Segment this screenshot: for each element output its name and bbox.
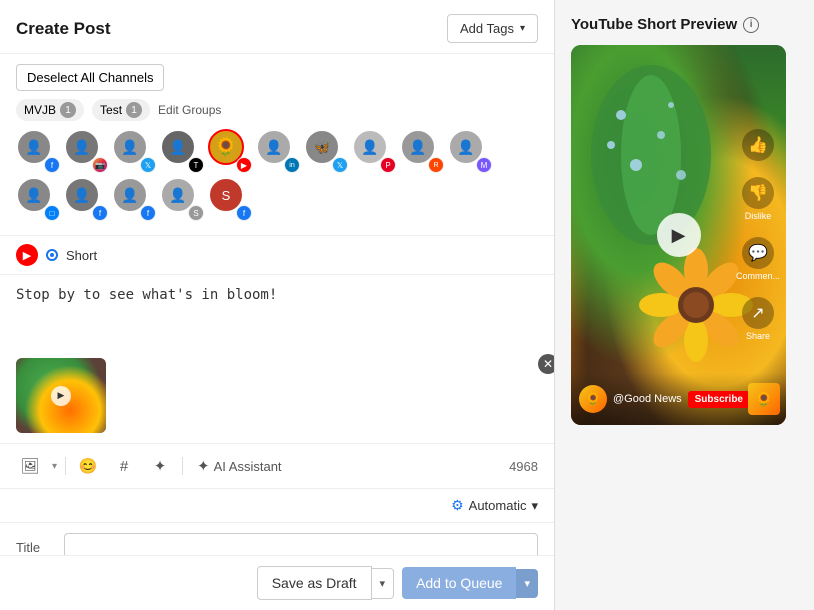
avatar-row-2: 👤 □ 👤 f 👤 f 👤 S S f xyxy=(16,177,538,221)
toolbar-separator-2 xyxy=(182,457,183,475)
ai-wand-icon: ✦ xyxy=(197,457,210,475)
youtube-tab-icon: ▶ xyxy=(16,244,38,266)
avatar-channel-youtube[interactable]: 🌻 ▶ xyxy=(208,129,252,173)
page-title: Create Post xyxy=(16,19,110,39)
avatar-channel-15[interactable]: S f xyxy=(208,177,252,221)
chevron-down-icon: ▾ xyxy=(520,23,525,34)
toolbar-separator-1 xyxy=(65,457,66,475)
media-play-icon: ▶ xyxy=(51,386,71,406)
tab-radio[interactable] xyxy=(46,249,58,261)
avatar-channel-7[interactable]: 🦋 𝕏 xyxy=(304,129,348,173)
hashtag-icon[interactable]: # xyxy=(110,452,138,480)
leaf-image xyxy=(581,55,721,255)
special-icon[interactable]: ✦ xyxy=(146,452,174,480)
edit-groups-link[interactable]: Edit Groups xyxy=(158,103,221,117)
scheduling-row: ⚙ Automatic ▾ xyxy=(0,489,554,523)
avatar-channel-2[interactable]: 👤 📷 xyxy=(64,129,108,173)
youtube-side-icons: 👍 👎 Dislike 💬 Commen... ↗ Share xyxy=(736,129,780,341)
avatar-channel-8[interactable]: 👤 P xyxy=(352,129,396,173)
group-tag-test[interactable]: Test 1 xyxy=(92,99,150,121)
channel-corner-thumb: 🌻 xyxy=(748,383,780,415)
image-upload-icon[interactable]: 🖼 xyxy=(16,452,44,480)
preview-title-text: YouTube Short Preview xyxy=(571,16,737,33)
char-count: 4968 xyxy=(509,459,538,474)
avatar-channel-1[interactable]: 👤 f xyxy=(16,129,60,173)
text-area-wrap: Stop by to see what's in bloom! xyxy=(0,275,554,358)
deselect-all-button[interactable]: Deselect All Channels xyxy=(16,64,164,91)
preview-title-row: YouTube Short Preview i xyxy=(571,16,798,33)
toolbar: 🖼 ▾ 😊 # ✦ ✦ AI Assistant 4968 xyxy=(0,443,554,489)
avatar-channel-9[interactable]: 👤 R xyxy=(400,129,444,173)
scheduling-chevron-icon: ▾ xyxy=(531,498,538,514)
avatar-channel-3[interactable]: 👤 𝕏 xyxy=(112,129,156,173)
info-icon[interactable]: i xyxy=(743,17,759,33)
title-input[interactable] xyxy=(64,533,538,555)
save-draft-dropdown-button[interactable]: ▾ xyxy=(372,568,395,599)
channel-groups: MVJB 1 Test 1 Edit Groups xyxy=(16,99,538,121)
save-draft-wrap: Save as Draft ▾ xyxy=(257,566,394,600)
add-queue-chevron-icon: ▾ xyxy=(524,578,530,590)
avatar-channel-12[interactable]: 👤 f xyxy=(64,177,108,221)
subscribe-button[interactable]: Subscribe xyxy=(688,391,750,408)
media-remove-button[interactable]: ✕ xyxy=(538,354,554,374)
preview-image: ▶ 👍 👎 Dislike 💬 Commen... ↗ Share xyxy=(571,45,786,425)
image-chevron-icon[interactable]: ▾ xyxy=(52,461,57,472)
avatar-channel-6[interactable]: 👤 in xyxy=(256,129,300,173)
avatar-row-1: 👤 f 👤 📷 👤 𝕏 👤 T 🌻 ▶ 👤 in xyxy=(16,129,538,173)
title-row: Title xyxy=(0,523,554,555)
share-icon[interactable]: ↗ Share xyxy=(742,297,774,341)
channels-section: Deselect All Channels MVJB 1 Test 1 Edit… xyxy=(0,54,554,236)
group-tag-mvjb[interactable]: MVJB 1 xyxy=(16,99,84,121)
channel-avatar: 🌻 xyxy=(579,385,607,413)
avatar-channel-11[interactable]: 👤 □ xyxy=(16,177,60,221)
avatar-channel-4[interactable]: 👤 T xyxy=(160,129,204,173)
youtube-bottom-bar: 🌻 @Good News Subscribe 🌻 xyxy=(571,373,786,425)
avatar-channel-10[interactable]: 👤 M xyxy=(448,129,492,173)
play-button-overlay[interactable]: ▶ xyxy=(657,213,701,257)
avatar-channel-14[interactable]: 👤 S xyxy=(160,177,204,221)
dislike-icon[interactable]: 👎 Dislike xyxy=(742,177,774,221)
add-to-queue-dropdown-button[interactable]: ▾ xyxy=(516,569,538,598)
header: Create Post Add Tags ▾ xyxy=(0,0,554,54)
add-tags-button[interactable]: Add Tags ▾ xyxy=(447,14,538,43)
youtube-short-preview: ▶ 👍 👎 Dislike 💬 Commen... ↗ Share xyxy=(571,45,786,425)
save-draft-chevron-icon: ▾ xyxy=(380,578,386,590)
title-label: Title xyxy=(16,540,52,555)
media-thumb: ▶ xyxy=(16,358,106,433)
channel-name: @Good News xyxy=(613,393,682,405)
comment-icon[interactable]: 💬 Commen... xyxy=(736,237,780,281)
add-to-queue-button[interactable]: Add to Queue xyxy=(402,567,516,599)
post-composition: ▶ Short Stop by to see what's in bloom! … xyxy=(0,236,554,555)
automatic-button[interactable]: ⚙ Automatic ▾ xyxy=(451,497,538,514)
tab-label: Short xyxy=(66,248,97,263)
right-panel: YouTube Short Preview i xyxy=(555,0,814,610)
ai-assistant-button[interactable]: ✦ AI Assistant xyxy=(191,452,288,480)
post-textarea[interactable]: Stop by to see what's in bloom! xyxy=(16,285,538,345)
like-icon[interactable]: 👍 xyxy=(742,129,774,161)
gear-icon: ⚙ xyxy=(451,497,464,514)
save-draft-button[interactable]: Save as Draft xyxy=(257,566,372,600)
left-panel: Create Post Add Tags ▾ Deselect All Chan… xyxy=(0,0,555,610)
avatar-channel-13[interactable]: 👤 f xyxy=(112,177,156,221)
bottom-action-row: Save as Draft ▾ Add to Queue ▾ xyxy=(0,555,554,610)
emoji-icon[interactable]: 😊 xyxy=(74,452,102,480)
media-preview-area: ▶ ✕ xyxy=(0,358,554,443)
post-tab: ▶ Short xyxy=(0,236,554,275)
add-queue-wrap: Add to Queue ▾ xyxy=(402,567,538,599)
